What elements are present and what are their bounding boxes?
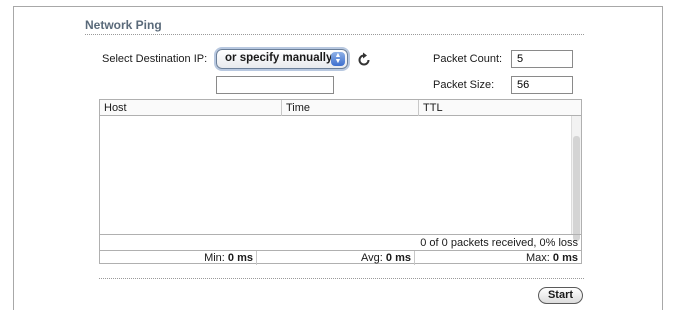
destination-ip-select[interactable]: or specify manually ▲ ▼ — [216, 49, 348, 69]
min-value: 0 ms — [227, 252, 253, 264]
refresh-icon[interactable] — [356, 52, 372, 68]
max-stat: Max: 0 ms — [415, 251, 581, 265]
column-header-time[interactable]: Time — [281, 100, 418, 116]
avg-value: 0 ms — [385, 252, 411, 264]
destination-ip-label: Select Destination IP: — [102, 53, 208, 65]
column-header-ttl[interactable]: TTL — [418, 100, 581, 116]
table-scrollbar[interactable] — [571, 116, 581, 241]
footer-divider — [99, 278, 584, 279]
section-title: Network Ping — [85, 18, 584, 35]
avg-stat: Avg: 0 ms — [257, 251, 415, 265]
max-value: 0 ms — [552, 252, 578, 264]
table-header: Host Time TTL — [100, 100, 581, 116]
packets-summary: 0 of 0 packets received, 0% loss — [100, 234, 581, 250]
packet-size-label: Packet Size: — [433, 79, 495, 91]
scrollbar-thumb[interactable] — [573, 136, 580, 241]
max-label: Max: — [526, 252, 550, 264]
min-label: Min: — [204, 252, 225, 264]
packet-count-label: Packet Count: — [433, 53, 503, 65]
start-button[interactable]: Start — [538, 287, 583, 304]
manual-ip-input[interactable] — [216, 76, 334, 94]
packet-count-input[interactable] — [511, 50, 573, 68]
min-stat: Min: 0 ms — [100, 251, 257, 265]
column-header-host[interactable]: Host — [100, 100, 281, 116]
avg-label: Avg: — [361, 252, 383, 264]
stats-row: Min: 0 ms Avg: 0 ms Max: 0 ms — [100, 250, 581, 265]
ping-results-table: Host Time TTL 0 of 0 packets received, 0… — [99, 99, 582, 265]
packet-size-input[interactable] — [511, 76, 573, 94]
up-down-arrows-icon: ▲ ▼ — [331, 52, 345, 66]
destination-ip-select-value: or specify manually — [225, 52, 333, 64]
